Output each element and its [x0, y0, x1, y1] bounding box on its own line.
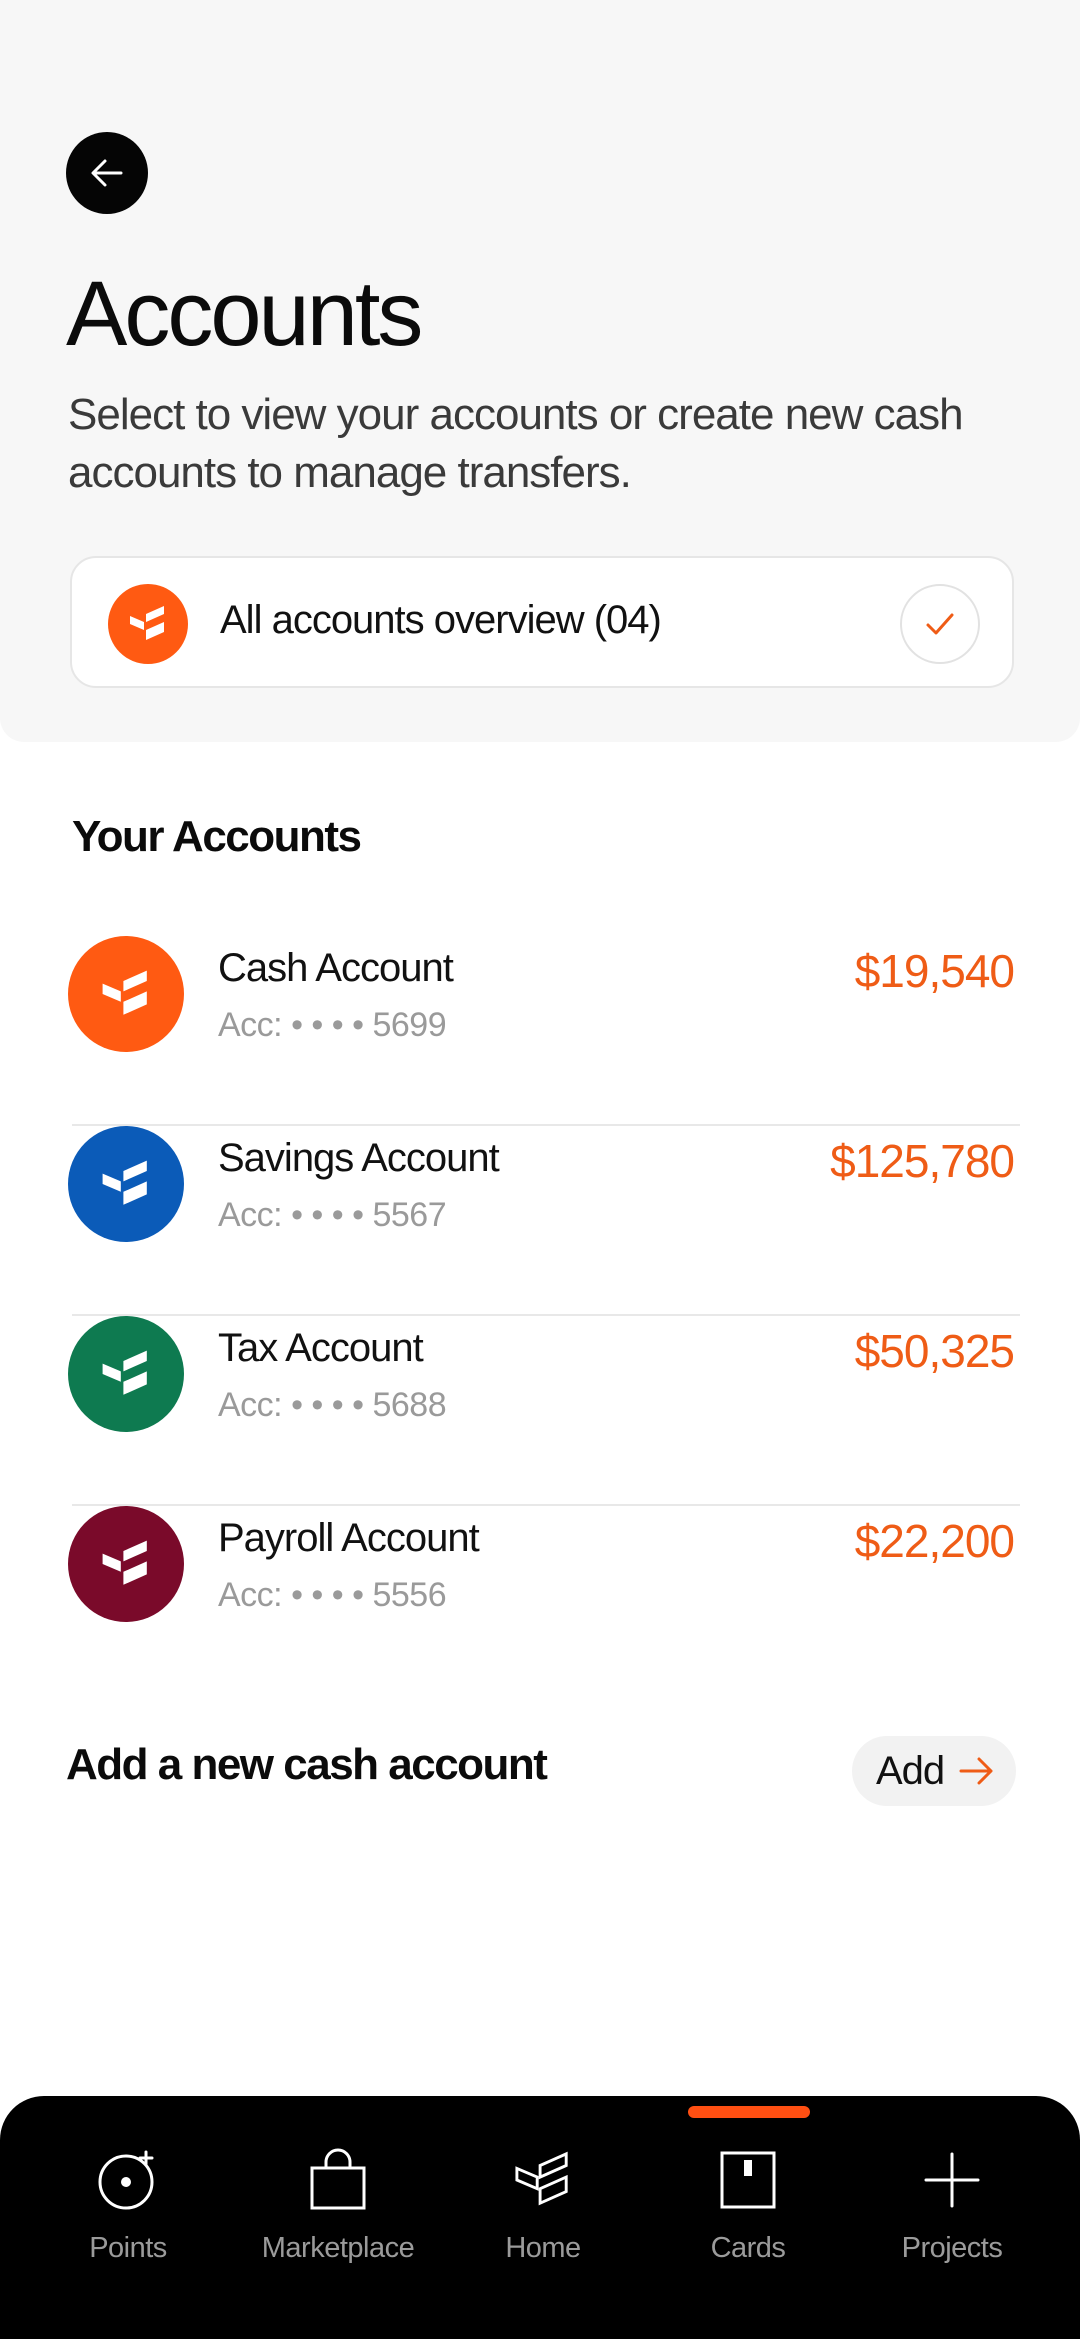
account-balance: $22,200	[854, 1515, 1015, 1567]
account-number: Acc: • • • • 5556	[218, 1576, 447, 1614]
overview-checkbox[interactable]	[900, 584, 980, 664]
back-button[interactable]	[66, 132, 148, 214]
account-row-payroll[interactable]: Payroll Account Acc: • • • • 5556 $22,20…	[68, 1506, 1018, 1696]
cash-account-logo-icon	[68, 936, 184, 1052]
account-name: Payroll Account	[218, 1516, 480, 1560]
add-account-heading: Add a new cash account	[66, 1740, 548, 1789]
nav-item-cards[interactable]: Cards	[648, 2140, 848, 2270]
card-icon	[719, 2140, 777, 2220]
active-tab-indicator	[688, 2106, 810, 2118]
home-logo-icon	[511, 2140, 575, 2220]
header-section: Accounts Select to view your accounts or…	[0, 0, 1080, 742]
plus-icon	[922, 2140, 982, 2220]
arrow-left-icon	[91, 159, 123, 187]
account-number: Acc: • • • • 5567	[218, 1196, 447, 1234]
nav-label: Home	[505, 2232, 581, 2264]
account-name: Cash Account	[218, 946, 454, 990]
tax-account-logo-icon	[68, 1316, 184, 1432]
your-accounts-heading: Your Accounts	[72, 812, 362, 861]
bottom-navigation: Points Marketplace Home Cards Projects	[0, 2096, 1080, 2339]
page-subtitle: Select to view your accounts or create n…	[68, 390, 964, 497]
account-balance: $50,325	[854, 1325, 1015, 1377]
nav-label: Cards	[710, 2232, 786, 2264]
account-balance: $19,540	[854, 945, 1015, 997]
check-icon	[926, 613, 954, 635]
add-account-button[interactable]: Add	[852, 1736, 1016, 1806]
brand-logo-icon	[108, 584, 188, 664]
nav-item-home[interactable]: Home	[443, 2140, 643, 2270]
account-row-tax[interactable]: Tax Account Acc: • • • • 5688 $50,325	[68, 1316, 1020, 1506]
nav-item-projects[interactable]: Projects	[852, 2140, 1052, 2270]
account-balance: $125,780	[830, 1135, 1015, 1187]
account-row-savings[interactable]: Savings Account Acc: • • • • 5567 $125,7…	[68, 1126, 1020, 1316]
nav-label: Points	[89, 2232, 167, 2264]
nav-item-points[interactable]: Points	[28, 2140, 228, 2270]
overview-label: All accounts overview (04)	[220, 598, 662, 642]
page-title: Accounts	[66, 263, 423, 365]
account-number: Acc: • • • • 5688	[218, 1386, 447, 1424]
all-accounts-overview-card[interactable]: All accounts overview (04)	[70, 556, 1014, 688]
account-name: Tax Account	[218, 1326, 424, 1370]
shopping-bag-icon	[308, 2140, 368, 2220]
account-row-cash[interactable]: Cash Account Acc: • • • • 5699 $19,540	[68, 936, 1020, 1126]
accounts-screen: Accounts Select to view your accounts or…	[0, 0, 1080, 2339]
payroll-account-logo-icon	[68, 1506, 184, 1622]
add-button-label: Add	[876, 1748, 945, 1793]
arrow-right-icon	[958, 1754, 996, 1788]
account-number: Acc: • • • • 5699	[218, 1006, 447, 1044]
points-icon	[96, 2140, 160, 2220]
savings-account-logo-icon	[68, 1126, 184, 1242]
nav-item-marketplace[interactable]: Marketplace	[238, 2140, 438, 2270]
nav-label: Marketplace	[261, 2232, 415, 2264]
account-name: Savings Account	[218, 1136, 500, 1180]
nav-label: Projects	[901, 2232, 1003, 2264]
